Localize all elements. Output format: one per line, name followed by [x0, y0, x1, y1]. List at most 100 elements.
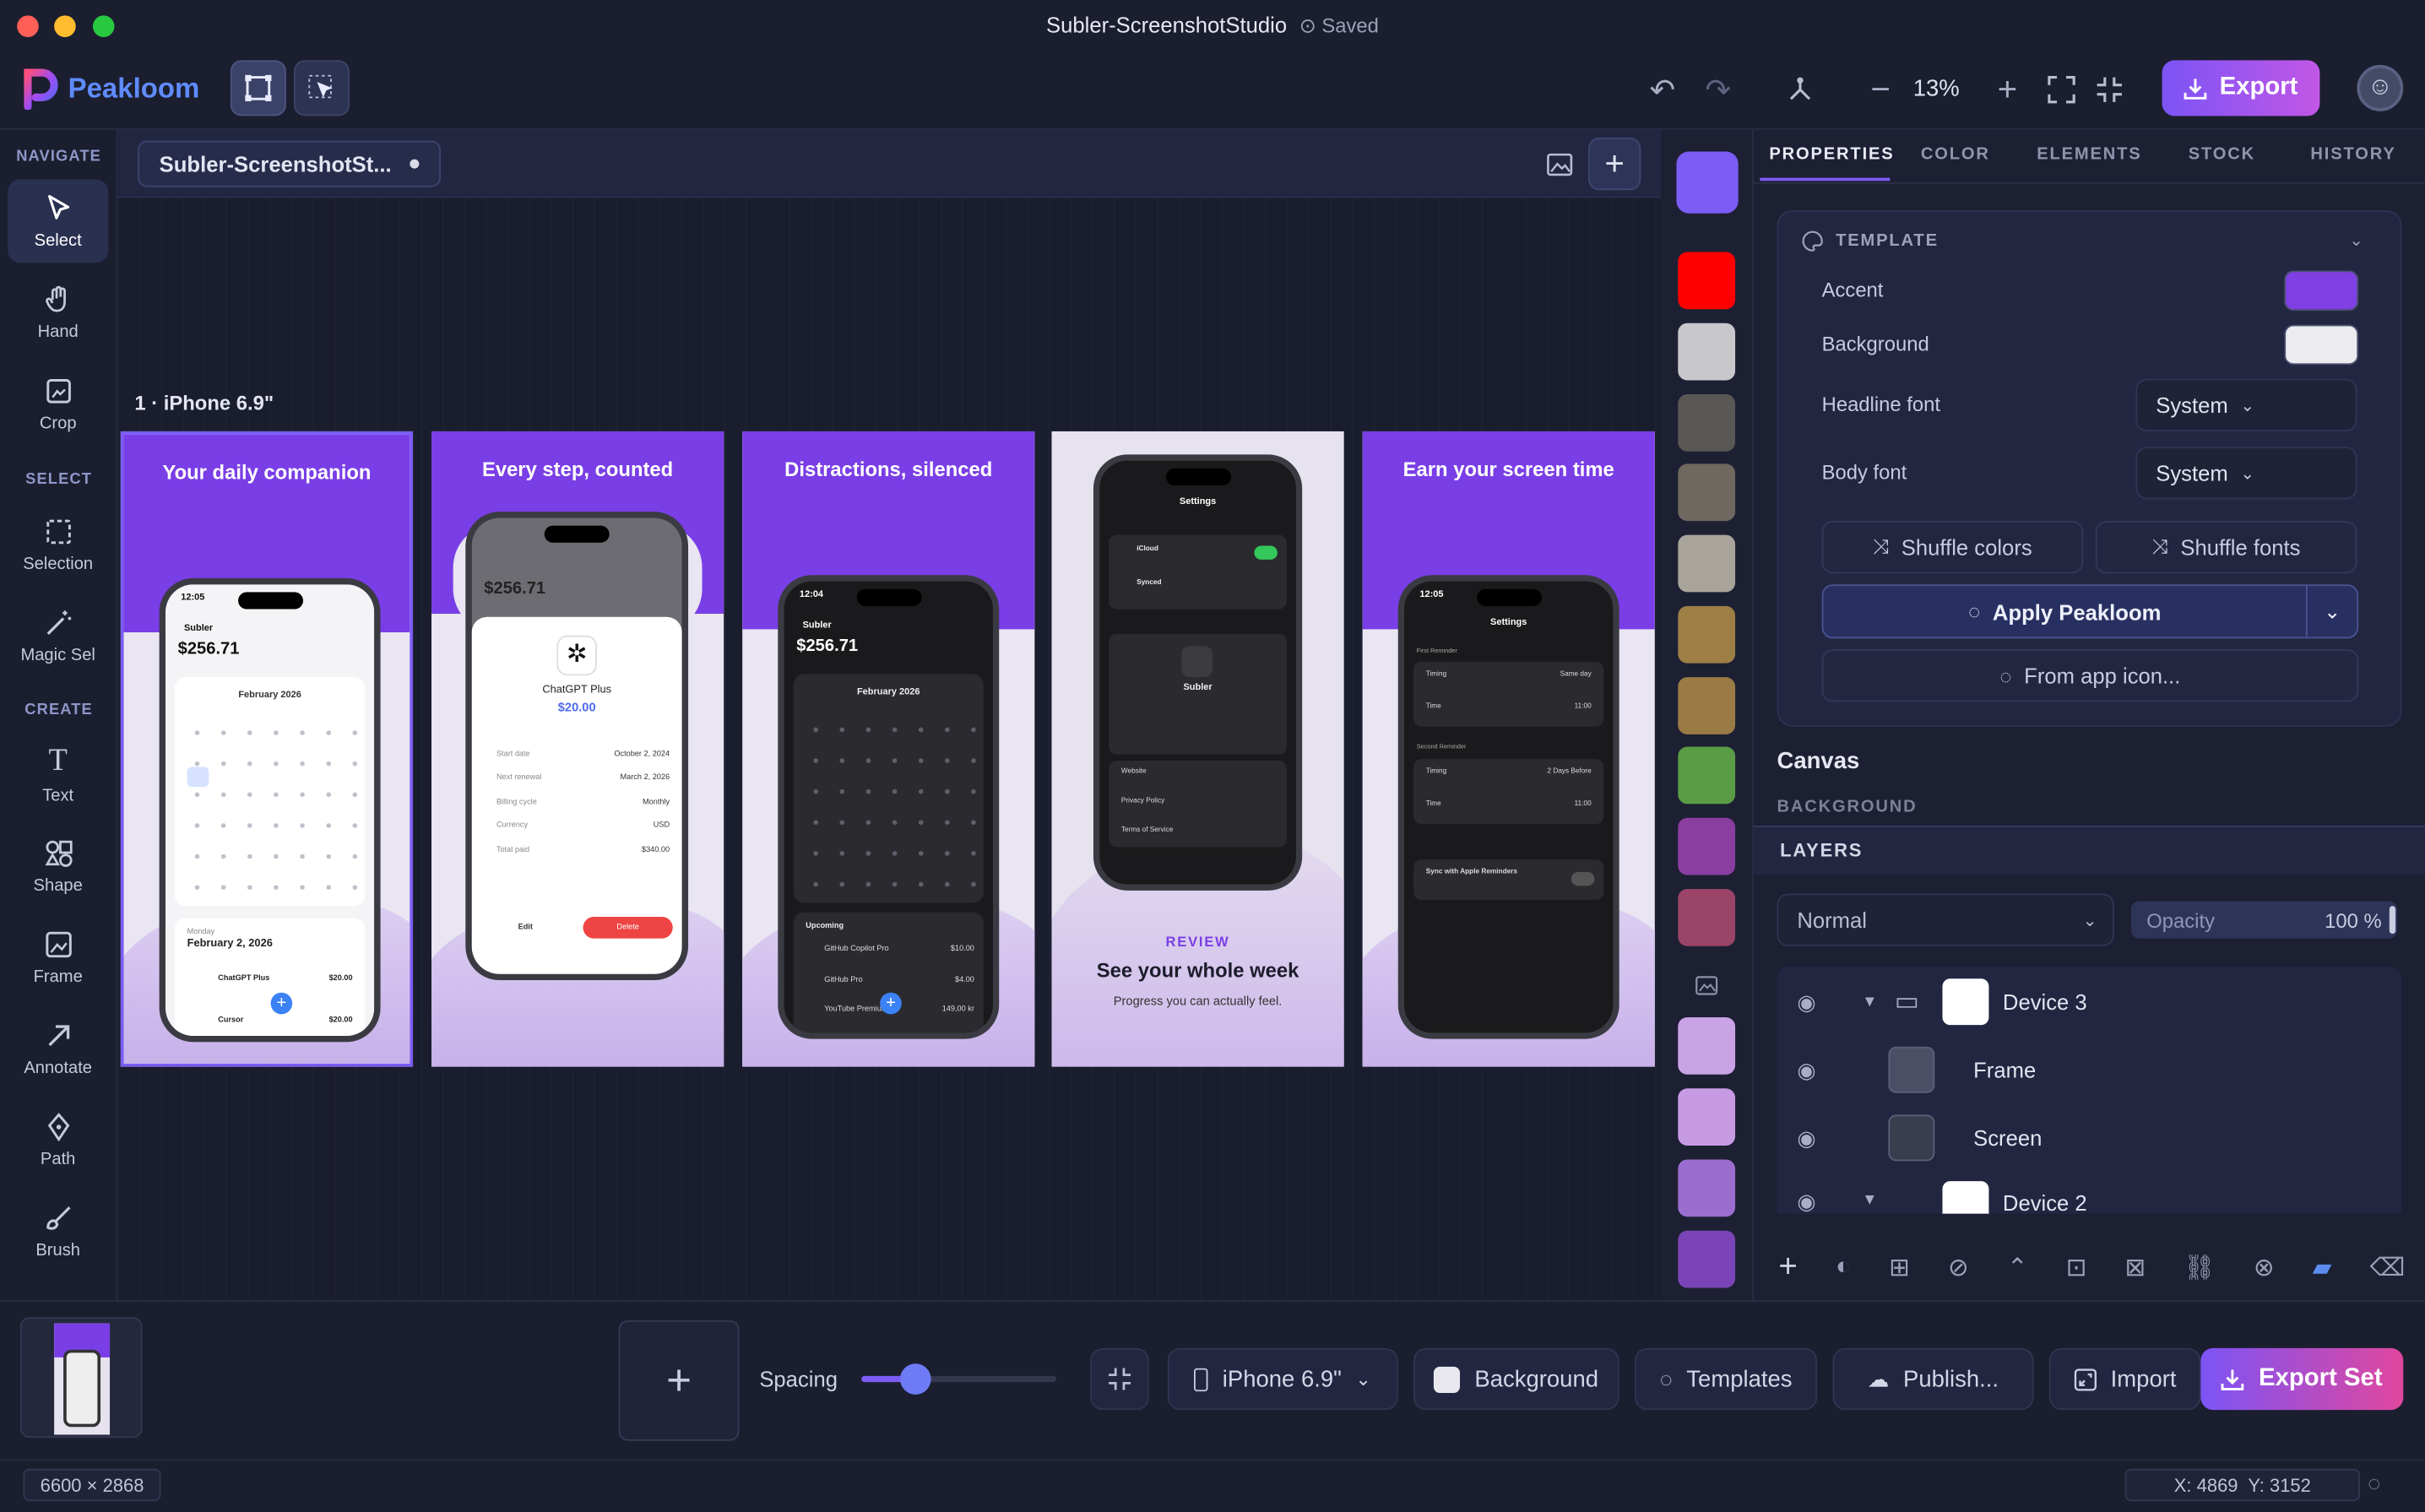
shuffle-icon: ⤨	[1873, 534, 1890, 559]
swatch-11[interactable]	[1678, 888, 1736, 946]
zoom-out-button[interactable]: −	[1853, 62, 1908, 117]
swatch-3[interactable]	[1678, 322, 1736, 381]
body-font-select[interactable]: System ⌄	[2135, 447, 2357, 500]
layer-row-device-3[interactable]: ◉ ▼ ▭ Device 3	[1777, 967, 2402, 1036]
folder-icon[interactable]: ▰	[2313, 1252, 2332, 1283]
frame-mode-button[interactable]	[230, 60, 286, 117]
spacing-slider-track[interactable]	[861, 1363, 1056, 1395]
tool-crop[interactable]: Crop	[8, 362, 108, 446]
publish-button[interactable]: ☁ Publish...	[1832, 1347, 2034, 1411]
tool-hand[interactable]: Hand	[8, 270, 108, 354]
tab-history[interactable]: HISTORY	[2310, 145, 2395, 164]
page-thumbnail[interactable]	[19, 1317, 143, 1439]
link-icon[interactable]: ⛓	[2184, 1252, 2215, 1283]
tool-selection[interactable]: Selection	[8, 502, 108, 586]
layer-row-screen[interactable]: ◉ Screen	[1777, 1104, 2402, 1173]
screenshot-3[interactable]: Distractions, silenced 12:04 Subler $256…	[742, 431, 1035, 1067]
apple-reminders-card: Sync with Apple Reminders	[1413, 859, 1604, 900]
blend-mode-select[interactable]: Normal ⌄	[1777, 893, 2114, 946]
import-button[interactable]: Import	[2048, 1347, 2201, 1411]
image-insert-button[interactable]	[1531, 136, 1587, 192]
screenshot-2[interactable]: Every step, counted $256.71 ✲ ChatGPT Pl…	[431, 431, 724, 1067]
image-swatch-button[interactable]	[1695, 976, 1718, 996]
swatch-10[interactable]	[1678, 817, 1736, 875]
swatch-9[interactable]	[1678, 746, 1736, 805]
mask-icon[interactable]: ◐	[1836, 1254, 1851, 1282]
tool-annotate[interactable]: Annotate	[8, 1006, 108, 1090]
tool-frame[interactable]: Frame	[8, 915, 108, 999]
apply-template-button[interactable]: ◌ Apply Peakloom	[1823, 586, 2308, 637]
accent-color-well[interactable]	[2284, 270, 2359, 312]
collapse-button[interactable]	[2081, 62, 2137, 117]
screenshot-4[interactable]: Settings iCloud Synced Subler Website Pr…	[1051, 431, 1344, 1067]
eye-icon[interactable]: ◉	[1797, 1057, 1815, 1083]
opacity-slider[interactable]: Opacity 100 %	[2130, 901, 2397, 939]
disclosure-triangle-icon[interactable]: ▼	[1862, 1192, 1877, 1209]
zoom-in-button[interactable]: +	[1979, 62, 2035, 117]
add-document-button[interactable]: +	[1588, 137, 1641, 191]
eye-icon[interactable]: ◉	[1797, 989, 1815, 1015]
tab-elements[interactable]: ELEMENTS	[2037, 145, 2141, 164]
apply-options-chevron-icon[interactable]: ⌄	[2308, 586, 2357, 637]
add-layer-icon[interactable]: +	[1778, 1249, 1797, 1287]
screenshot-5[interactable]: Earn your screen time 12:05 Settings Fir…	[1362, 431, 1655, 1067]
select-mode-button[interactable]	[294, 60, 350, 117]
tab-color[interactable]: COLOR	[1921, 145, 1990, 164]
swatch-2[interactable]	[1678, 252, 1736, 310]
share-button[interactable]	[1772, 62, 1828, 117]
avatar[interactable]: ☺	[2357, 64, 2404, 111]
tab-stock[interactable]: STOCK	[2189, 145, 2255, 164]
swatch-8[interactable]	[1678, 677, 1736, 734]
chevron-up-icon[interactable]: ⌃	[2007, 1252, 2028, 1283]
tool-select[interactable]: Select	[8, 179, 109, 263]
document-tab[interactable]: Subler-ScreenshotSt...	[138, 140, 442, 187]
swatch-12[interactable]	[1678, 1016, 1736, 1075]
swatch-4[interactable]	[1678, 393, 1736, 452]
tool-shape[interactable]: Shape	[8, 824, 108, 908]
disclosure-triangle-icon[interactable]: ▼	[1862, 994, 1877, 1011]
swatch-5[interactable]	[1678, 463, 1736, 522]
fit-spacing-button[interactable]	[1090, 1347, 1149, 1411]
layer-row-device-2[interactable]: ◉ ▼ Device 2	[1777, 1170, 2402, 1214]
tab-properties[interactable]: PROPERTIES	[1769, 145, 1894, 164]
swatch-14[interactable]	[1678, 1159, 1736, 1217]
redo-button[interactable]: ↷	[1690, 62, 1746, 117]
eye-icon[interactable]: ◉	[1797, 1125, 1815, 1151]
effects-icon[interactable]: ⊘	[1948, 1252, 1969, 1283]
tool-text[interactable]: T Text	[8, 733, 108, 816]
from-app-icon-button[interactable]: ◌ From app icon...	[1821, 649, 2359, 702]
opacity-handle[interactable]	[2389, 906, 2396, 935]
tool-brush[interactable]: Brush	[8, 1189, 108, 1272]
device-select[interactable]: iPhone 6.9" ⌄	[1167, 1347, 1398, 1411]
shuffle-colors-button[interactable]: ⤨ Shuffle colors	[1821, 521, 2084, 574]
swatch-13[interactable]	[1678, 1088, 1736, 1146]
templates-button[interactable]: ◌ Templates	[1635, 1347, 1818, 1411]
phone-1-screen: 12:05 Subler $256.71 February 2026 Monda…	[165, 584, 375, 1036]
export-set-button[interactable]: Export Set	[2200, 1347, 2404, 1411]
shuffle-fonts-button[interactable]: ⤨ Shuffle fonts	[2095, 521, 2357, 574]
swatch-7[interactable]	[1678, 605, 1736, 664]
background-button[interactable]: Background	[1413, 1347, 1619, 1411]
background-color-well[interactable]	[2284, 324, 2359, 366]
template-header[interactable]: TEMPLATE	[1802, 230, 1939, 252]
swatch-15[interactable]	[1678, 1230, 1736, 1288]
new-group-icon[interactable]: ⊡	[2066, 1252, 2087, 1283]
screenshot-1[interactable]: Your daily companion 12:05 Subler $256.7…	[120, 431, 414, 1067]
feedback-icon[interactable]: ◌	[2368, 1471, 2380, 1495]
eye-icon[interactable]: ◉	[1797, 1189, 1815, 1213]
template-collapse-chevron-icon[interactable]: ⌄	[2349, 230, 2363, 251]
swatch-1[interactable]	[1676, 151, 1739, 214]
headline-font-select[interactable]: System ⌄	[2135, 378, 2357, 431]
grid-icon[interactable]: ⊞	[1889, 1252, 1910, 1283]
tool-magic-selection[interactable]: Magic Sel	[8, 593, 108, 677]
swatch-6[interactable]	[1678, 534, 1736, 593]
unlink-icon[interactable]: ⊗	[2254, 1252, 2275, 1283]
time-label: Time	[1425, 799, 1441, 807]
undo-button[interactable]: ↶	[1635, 62, 1690, 117]
tool-path[interactable]: Path	[8, 1097, 108, 1181]
add-page-button[interactable]: +	[618, 1320, 740, 1441]
export-button[interactable]: Export	[2162, 60, 2320, 117]
layer-row-frame[interactable]: ◉ Frame	[1777, 1036, 2402, 1104]
trash-icon[interactable]: ⌫	[2370, 1252, 2405, 1283]
ungroup-icon[interactable]: ⊠	[2125, 1252, 2146, 1283]
